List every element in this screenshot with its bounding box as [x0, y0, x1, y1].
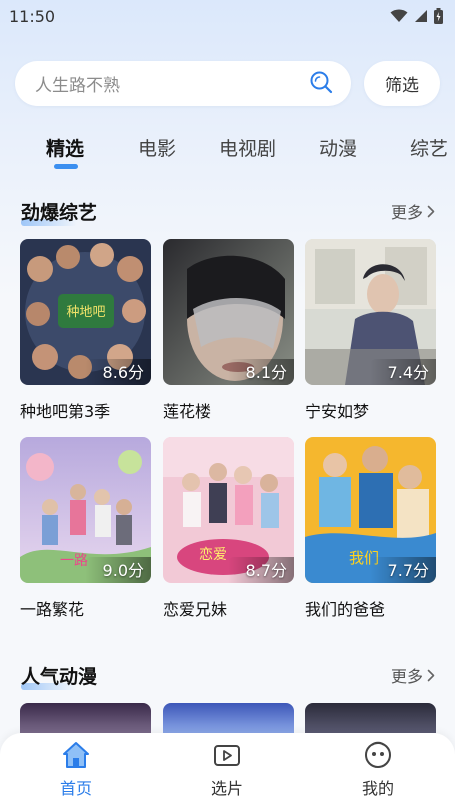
- tab-tv-series[interactable]: 电视剧: [219, 134, 276, 161]
- section-header-variety: 劲爆综艺 更多: [21, 196, 435, 226]
- section-header-anime: 人气动漫 更多: [21, 660, 435, 690]
- score-badge: 7.7分: [369, 557, 436, 583]
- search-row: 人生路不熟 筛选: [15, 61, 441, 106]
- profile-icon: [365, 741, 391, 768]
- show-title: 宁安如梦: [305, 402, 370, 421]
- wifi-icon: [390, 9, 408, 23]
- anime-poster[interactable]: [305, 703, 436, 733]
- more-label: 更多: [390, 667, 423, 686]
- nav-label: 首页: [59, 779, 92, 798]
- search-placeholder: 人生路不熟: [35, 76, 120, 96]
- nav-home[interactable]: 首页: [36, 741, 116, 799]
- show-poster[interactable]: 7.4分: [305, 239, 436, 385]
- video-icon: [214, 745, 240, 766]
- show-card[interactable]: 一路 9.0分 一路繁花: [20, 437, 151, 620]
- show-poster[interactable]: 一路 9.0分: [20, 437, 151, 583]
- section-title: 人气动漫: [21, 662, 98, 690]
- filter-button[interactable]: 筛选: [364, 61, 440, 106]
- show-poster[interactable]: 我们 7.7分: [305, 437, 436, 583]
- show-title: 种地吧第3季: [20, 402, 111, 421]
- show-card[interactable]: 8.1分 莲花楼: [163, 239, 294, 422]
- section-title: 劲爆综艺: [21, 198, 98, 226]
- show-poster[interactable]: 8.1分: [163, 239, 294, 385]
- show-title: 一路繁花: [20, 600, 85, 619]
- status-bar: 11:50: [0, 0, 455, 32]
- show-title: 我们的爸爸: [305, 600, 386, 619]
- search-icon[interactable]: [309, 70, 333, 98]
- nav-label: 我的: [361, 779, 394, 798]
- nav-label: 选片: [210, 779, 243, 798]
- more-link[interactable]: 更多: [391, 663, 435, 687]
- tab-anime[interactable]: 动漫: [319, 134, 357, 161]
- chevron-right-icon: [427, 669, 435, 681]
- anime-poster[interactable]: [163, 703, 294, 733]
- bottom-navigation: 首页 选片 我的: [0, 733, 455, 809]
- show-card[interactable]: 种地吧 8.6分 种地吧第3季: [20, 239, 151, 422]
- show-card[interactable]: 恋爱 8.7分 恋爱兄妹: [163, 437, 294, 620]
- more-link[interactable]: 更多: [391, 199, 435, 223]
- tab-active-indicator: [54, 164, 78, 169]
- search-input[interactable]: 人生路不熟: [15, 61, 351, 106]
- show-card[interactable]: 我们 7.7分 我们的爸爸: [305, 437, 436, 620]
- svg-text:恋爱: 恋爱: [199, 546, 227, 563]
- score-badge: 8.1分: [227, 359, 294, 385]
- battery-icon: [434, 8, 443, 24]
- svg-text:种地吧: 种地吧: [66, 305, 105, 320]
- tab-featured[interactable]: 精选: [46, 134, 84, 161]
- status-icons: [390, 8, 443, 24]
- anime-poster[interactable]: [20, 703, 151, 733]
- category-tabs: 精选 电影 电视剧 动漫 综艺: [0, 130, 455, 170]
- nav-profile[interactable]: 我的: [338, 741, 418, 799]
- score-badge: 9.0分: [84, 557, 151, 583]
- show-title: 恋爱兄妹: [163, 600, 228, 619]
- section-title-text: 人气动漫: [21, 665, 98, 688]
- section-title-text: 劲爆综艺: [21, 201, 98, 224]
- chevron-right-icon: [427, 205, 435, 217]
- svg-text:一路: 一路: [60, 553, 88, 569]
- status-time: 11:50: [9, 6, 56, 26]
- show-poster[interactable]: 种地吧 8.6分: [20, 239, 151, 385]
- score-badge: 8.6分: [84, 359, 151, 385]
- nav-picks[interactable]: 选片: [187, 741, 267, 799]
- score-badge: 7.4分: [369, 359, 436, 385]
- more-label: 更多: [390, 203, 423, 222]
- show-poster[interactable]: 恋爱 8.7分: [163, 437, 294, 583]
- show-card[interactable]: 7.4分 宁安如梦: [305, 239, 436, 422]
- signal-icon: [414, 9, 428, 23]
- score-badge: 8.7分: [227, 557, 294, 583]
- home-icon: [63, 742, 89, 768]
- show-title: 莲花楼: [163, 402, 212, 421]
- tab-variety[interactable]: 综艺: [410, 134, 448, 161]
- tab-movies[interactable]: 电影: [138, 134, 176, 161]
